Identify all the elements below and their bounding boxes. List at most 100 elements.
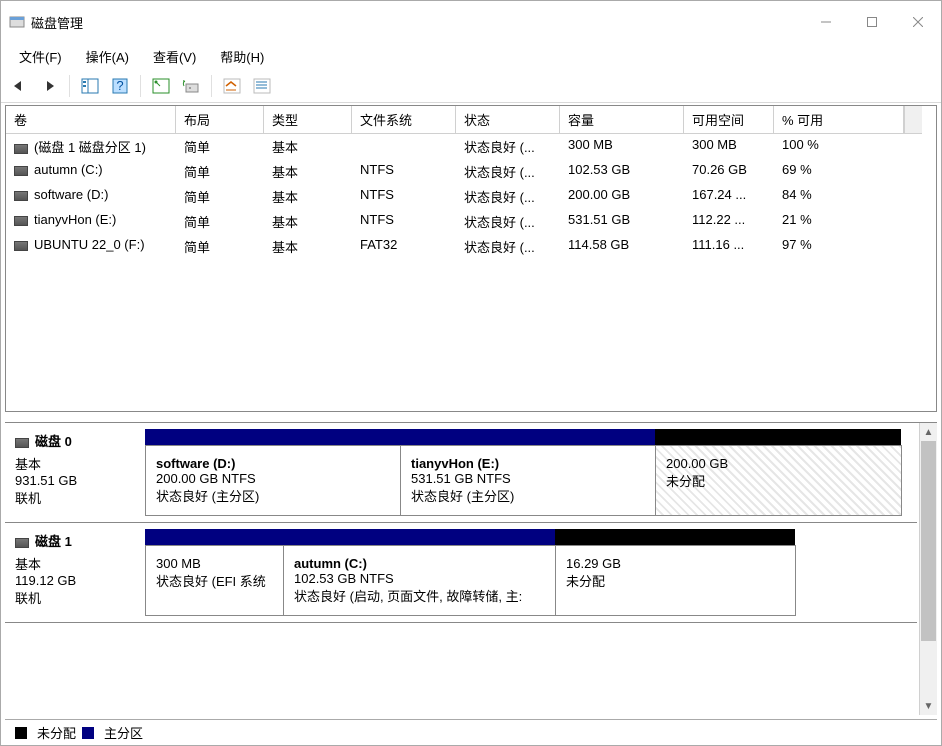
partition-status: 未分配 bbox=[666, 471, 891, 490]
disk-name: 磁盘 0 bbox=[35, 434, 72, 449]
volume-capacity: 102.53 GB bbox=[560, 159, 684, 184]
volume-percent: 21 % bbox=[774, 209, 904, 234]
volume-fs: FAT32 bbox=[352, 234, 456, 259]
col-layout[interactable]: 布局 bbox=[176, 106, 264, 134]
rescan-disks-button[interactable] bbox=[179, 74, 203, 98]
col-volume[interactable]: 卷 bbox=[6, 106, 176, 134]
menu-bar: 文件(F) 操作(A) 查看(V) 帮助(H) bbox=[1, 43, 941, 69]
menu-file[interactable]: 文件(F) bbox=[9, 45, 72, 68]
scroll-thumb[interactable] bbox=[921, 441, 936, 641]
partition-size: 200.00 GB NTFS bbox=[156, 471, 390, 486]
scroll-up-icon[interactable]: ▲ bbox=[920, 423, 937, 441]
view-bottom-button[interactable] bbox=[250, 74, 274, 98]
volume-type: 基本 bbox=[264, 234, 352, 259]
app-icon bbox=[9, 14, 25, 30]
minimize-button[interactable] bbox=[803, 1, 849, 43]
volume-fs bbox=[352, 134, 456, 159]
volume-free: 112.22 ... bbox=[684, 209, 774, 234]
disk-state: 联机 bbox=[15, 488, 139, 507]
disk-icon bbox=[14, 144, 28, 154]
volume-type: 基本 bbox=[264, 184, 352, 209]
menu-action[interactable]: 操作(A) bbox=[76, 45, 139, 68]
partition-status: 状态良好 (启动, 页面文件, 故障转储, 主: bbox=[294, 586, 545, 605]
disk: 磁盘 0基本931.51 GB联机software (D:)200.00 GB … bbox=[5, 423, 917, 523]
volume-percent: 100 % bbox=[774, 134, 904, 159]
partition-size: 531.51 GB NTFS bbox=[411, 471, 645, 486]
menu-view[interactable]: 查看(V) bbox=[143, 45, 206, 68]
maximize-button[interactable] bbox=[849, 1, 895, 43]
volume-row[interactable]: tianyvHon (E:)简单基本NTFS状态良好 (...531.51 GB… bbox=[6, 209, 936, 234]
volume-list-header: 卷 布局 类型 文件系统 状态 容量 可用空间 % 可用 bbox=[6, 106, 936, 134]
col-capacity[interactable]: 容量 bbox=[560, 106, 684, 134]
disk-name: 磁盘 1 bbox=[35, 534, 72, 549]
disk-capacity-bar bbox=[145, 529, 911, 545]
window-title: 磁盘管理 bbox=[31, 13, 83, 32]
col-percent[interactable]: % 可用 bbox=[774, 106, 904, 134]
volume-capacity: 300 MB bbox=[560, 134, 684, 159]
col-filesystem[interactable]: 文件系统 bbox=[352, 106, 456, 134]
disk-capacity-bar bbox=[145, 429, 911, 445]
close-button[interactable] bbox=[895, 1, 941, 43]
volume-row[interactable]: software (D:)简单基本NTFS状态良好 (...200.00 GB1… bbox=[6, 184, 936, 209]
volume-name: software (D:) bbox=[34, 187, 108, 202]
col-free[interactable]: 可用空间 bbox=[684, 106, 774, 134]
partition[interactable]: software (D:)200.00 GB NTFS状态良好 (主分区) bbox=[146, 445, 401, 516]
partition[interactable]: tianyvHon (E:)531.51 GB NTFS状态良好 (主分区) bbox=[401, 445, 656, 516]
help-button[interactable]: ? bbox=[108, 74, 132, 98]
col-status[interactable]: 状态 bbox=[456, 106, 560, 134]
partition[interactable]: autumn (C:)102.53 GB NTFS状态良好 (启动, 页面文件,… bbox=[284, 545, 556, 616]
col-type[interactable]: 类型 bbox=[264, 106, 352, 134]
view-top-button[interactable] bbox=[220, 74, 244, 98]
legend-unallocated: 未分配 bbox=[37, 723, 76, 742]
disk-map-scrollbar[interactable]: ▲ ▼ bbox=[919, 423, 937, 715]
volume-row[interactable]: autumn (C:)简单基本NTFS状态良好 (...102.53 GB70.… bbox=[6, 159, 936, 184]
legend: 未分配 主分区 bbox=[5, 719, 937, 745]
disk-size: 119.12 GB bbox=[15, 573, 139, 588]
toolbar-separator bbox=[69, 75, 70, 97]
forward-button[interactable] bbox=[37, 74, 61, 98]
volume-layout: 简单 bbox=[176, 209, 264, 234]
volume-type: 基本 bbox=[264, 159, 352, 184]
volume-name: autumn (C:) bbox=[34, 162, 103, 177]
disk: 磁盘 1基本119.12 GB联机300 MB状态良好 (EFI 系统autum… bbox=[5, 523, 917, 623]
swatch-primary bbox=[82, 727, 94, 739]
volume-capacity: 531.51 GB bbox=[560, 209, 684, 234]
menu-help[interactable]: 帮助(H) bbox=[210, 45, 274, 68]
volume-name: tianyvHon (E:) bbox=[34, 212, 116, 227]
toolbar: ? bbox=[1, 69, 941, 103]
volume-layout: 简单 bbox=[176, 134, 264, 159]
svg-text:?: ? bbox=[116, 78, 123, 93]
volume-type: 基本 bbox=[264, 134, 352, 159]
volume-status: 状态良好 (... bbox=[456, 184, 560, 209]
toolbar-separator bbox=[140, 75, 141, 97]
partition-size: 200.00 GB bbox=[666, 456, 891, 471]
toolbar-separator bbox=[211, 75, 212, 97]
window-controls bbox=[803, 1, 941, 43]
back-button[interactable] bbox=[7, 74, 31, 98]
disk-icon bbox=[14, 241, 28, 251]
refresh-button[interactable] bbox=[149, 74, 173, 98]
volume-percent: 97 % bbox=[774, 234, 904, 259]
show-hide-console-tree-button[interactable] bbox=[78, 74, 102, 98]
volume-layout: 简单 bbox=[176, 184, 264, 209]
volume-free: 111.16 ... bbox=[684, 234, 774, 259]
disk-partitions: 300 MB状态良好 (EFI 系统autumn (C:)102.53 GB N… bbox=[145, 523, 917, 622]
volume-fs: NTFS bbox=[352, 184, 456, 209]
volume-capacity: 114.58 GB bbox=[560, 234, 684, 259]
partition[interactable]: 200.00 GB未分配 bbox=[656, 445, 902, 516]
volume-layout: 简单 bbox=[176, 159, 264, 184]
partition[interactable]: 300 MB状态良好 (EFI 系统 bbox=[146, 545, 284, 616]
volume-row[interactable]: UBUNTU 22_0 (F:)简单基本FAT32状态良好 (...114.58… bbox=[6, 234, 936, 259]
volume-row[interactable]: (磁盘 1 磁盘分区 1)简单基本状态良好 (...300 MB300 MB10… bbox=[6, 134, 936, 159]
volume-free: 70.26 GB bbox=[684, 159, 774, 184]
disk-type: 基本 bbox=[15, 554, 139, 573]
disk-map: 磁盘 0基本931.51 GB联机software (D:)200.00 GB … bbox=[5, 422, 937, 715]
partition-title: tianyvHon (E:) bbox=[411, 456, 645, 471]
scroll-down-icon[interactable]: ▼ bbox=[920, 697, 937, 715]
disk-info: 磁盘 0基本931.51 GB联机 bbox=[5, 423, 145, 522]
volume-layout: 简单 bbox=[176, 234, 264, 259]
volume-percent: 69 % bbox=[774, 159, 904, 184]
volume-list-scrollbar[interactable] bbox=[904, 106, 922, 134]
volume-capacity: 200.00 GB bbox=[560, 184, 684, 209]
partition[interactable]: 16.29 GB未分配 bbox=[556, 545, 796, 616]
